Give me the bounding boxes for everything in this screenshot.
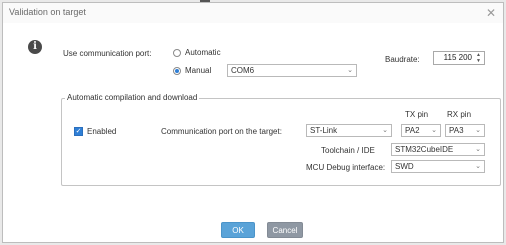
baudrate-label: Baudrate: (385, 55, 420, 64)
target-port-select[interactable]: ST-Link ⌄ (306, 124, 392, 137)
com-port-select[interactable]: COM6 ⌄ (227, 64, 357, 77)
debug-interface-select[interactable]: SWD ⌄ (391, 160, 485, 173)
ok-button[interactable]: OK (221, 222, 255, 238)
automatic-radio[interactable] (173, 49, 181, 57)
toolchain-select[interactable]: STM32CubeIDE ⌄ (391, 143, 485, 156)
close-icon[interactable]: ✕ (483, 5, 499, 21)
spinner-arrows-icon[interactable]: ▲ ▼ (474, 52, 483, 64)
comm-port-label: Use communication port: (63, 49, 152, 58)
rx-pin-header: RX pin (447, 110, 472, 119)
enabled-label[interactable]: Enabled (87, 127, 116, 136)
automatic-radio-label[interactable]: Automatic (185, 48, 221, 57)
rx-pin-select[interactable]: PA3 ⌄ (445, 124, 485, 137)
chevron-down-icon: ⌄ (382, 127, 388, 134)
title-bar[interactable]: Validation on target ✕ (3, 3, 503, 23)
cancel-button[interactable]: Cancel (267, 222, 303, 238)
baudrate-value: 115 200 (443, 53, 472, 62)
chevron-down-icon: ⌄ (475, 163, 481, 170)
baudrate-spinner[interactable]: 115 200 ▲ ▼ (433, 51, 485, 65)
target-port-label: Communication port on the target: (161, 127, 282, 136)
tx-pin-value: PA2 (405, 126, 420, 135)
target-port-value: ST-Link (310, 126, 338, 135)
group-title: Automatic compilation and download (65, 93, 200, 102)
window-title: Validation on target (9, 7, 86, 17)
chevron-down-icon: ⌄ (475, 146, 481, 153)
rx-pin-value: PA3 (449, 126, 464, 135)
debug-interface-value: SWD (395, 162, 414, 171)
enabled-checkbox[interactable]: ✓ (74, 127, 83, 136)
debug-interface-label: MCU Debug interface: (306, 163, 386, 172)
validation-dialog: Validation on target ✕ i Use communicati… (2, 2, 504, 243)
info-icon: i (28, 40, 42, 54)
toolchain-label: Toolchain / IDE (321, 146, 375, 155)
chevron-down-icon: ⌄ (431, 127, 437, 134)
manual-radio-label[interactable]: Manual (185, 66, 211, 75)
tx-pin-header: TX pin (405, 110, 429, 119)
com-port-value: COM6 (231, 66, 255, 75)
chevron-down-icon: ⌄ (475, 127, 481, 134)
manual-radio[interactable] (173, 67, 181, 75)
tx-pin-select[interactable]: PA2 ⌄ (401, 124, 441, 137)
toolchain-value: STM32CubeIDE (395, 145, 454, 154)
chevron-down-icon: ⌄ (347, 67, 353, 74)
